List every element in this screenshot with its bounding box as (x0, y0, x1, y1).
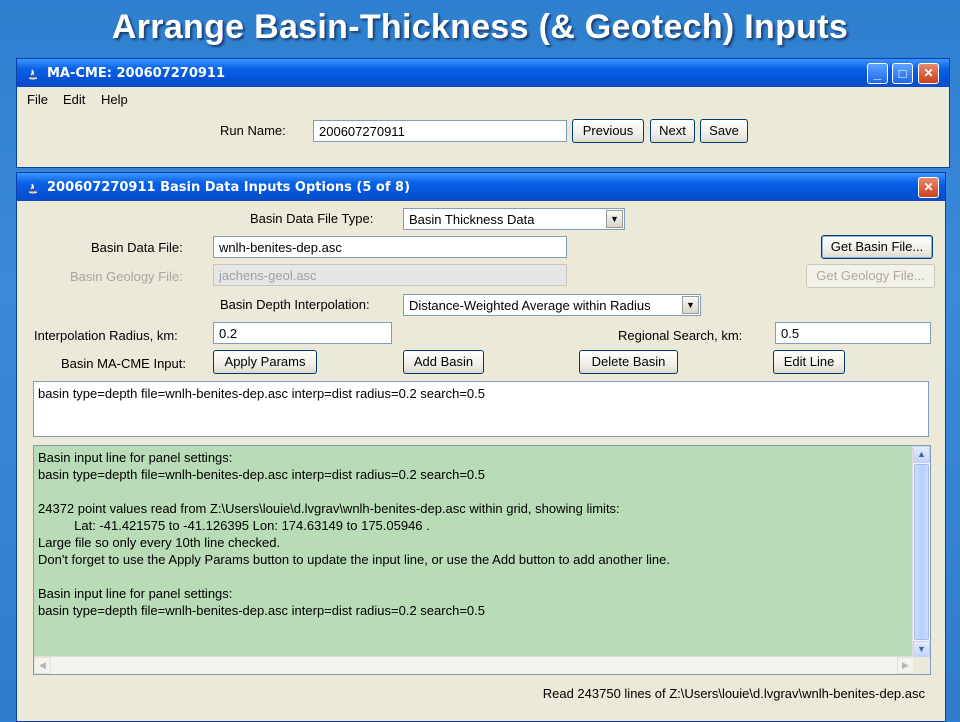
log-line: basin type=depth file=wnlh-benites-dep.a… (38, 467, 485, 482)
java-icon (28, 69, 38, 80)
chevron-down-icon[interactable]: ▼ (682, 296, 699, 314)
radius-input[interactable]: 0.2 (213, 322, 392, 344)
run-name-input[interactable]: 200607270911 (313, 120, 567, 142)
delete-basin-button[interactable]: Delete Basin (579, 350, 678, 374)
scroll-up-icon[interactable]: ▲ (913, 446, 930, 463)
menu-edit[interactable]: Edit (63, 92, 85, 107)
get-geology-file-button: Get Geology File... (806, 264, 935, 288)
radius-label: Interpolation Radius, km: (34, 328, 178, 343)
search-label: Regional Search, km: (618, 328, 743, 343)
run-row: Run Name: 200607270911 Previous Next Sav… (17, 111, 949, 161)
input-label: Basin MA-CME Input: (61, 356, 186, 371)
interp-label: Basin Depth Interpolation: (220, 297, 370, 312)
menu-help[interactable]: Help (101, 92, 128, 107)
log-line: 24372 point values read from Z:\Users\lo… (38, 501, 620, 516)
main-window: MA-CME: 200607270911 _ □ ✕ File Edit Hel… (16, 58, 950, 168)
scroll-right-icon[interactable]: ▶ (897, 657, 914, 674)
interp-value: Distance-Weighted Average within Radius (409, 298, 651, 313)
previous-button[interactable]: Previous (572, 119, 644, 143)
save-button[interactable]: Save (700, 119, 748, 143)
dialog-titlebar[interactable]: 200607270911 Basin Data Inputs Options (… (17, 173, 945, 201)
horizontal-scrollbar[interactable]: ◀ ▶ (34, 656, 914, 674)
log-line: Large file so only every 10th line check… (38, 535, 281, 550)
geology-file-label: Basin Geology File: (70, 269, 183, 284)
log-line: basin type=depth file=wnlh-benites-dep.a… (38, 603, 485, 618)
maximize-button[interactable]: □ (892, 63, 913, 84)
menu-bar: File Edit Help (17, 88, 949, 110)
interp-select[interactable]: Distance-Weighted Average within Radius … (403, 294, 701, 316)
menu-file[interactable]: File (27, 92, 48, 107)
close-button[interactable]: ✕ (918, 63, 939, 84)
slide-title: Arrange Basin-Thickness (& Geotech) Inpu… (111, 8, 849, 46)
data-file-label: Basin Data File: (91, 240, 183, 255)
data-file-input[interactable]: wnlh-benites-dep.asc (213, 236, 567, 258)
log-line: Don't forget to use the Apply Params but… (38, 552, 670, 567)
log-area[interactable]: Basin input line for panel settings: bas… (33, 445, 931, 675)
scroll-corner (913, 657, 930, 674)
scroll-thumb[interactable] (914, 464, 929, 640)
minimize-button[interactable]: _ (867, 63, 888, 84)
geology-file-input: jachens-geol.asc (213, 264, 567, 286)
file-type-select[interactable]: Basin Thickness Data ▼ (403, 208, 625, 230)
java-icon (28, 183, 38, 194)
chevron-down-icon[interactable]: ▼ (606, 210, 623, 228)
scroll-left-icon[interactable]: ◀ (34, 657, 51, 674)
next-button[interactable]: Next (650, 119, 695, 143)
edit-line-button[interactable]: Edit Line (773, 350, 845, 374)
apply-params-button[interactable]: Apply Params (213, 350, 317, 374)
dialog-title: 200607270911 Basin Data Inputs Options (… (47, 180, 411, 195)
log-line: Basin input line for panel settings: (38, 586, 233, 601)
file-type-value: Basin Thickness Data (409, 212, 535, 227)
dialog-close-button[interactable]: ✕ (918, 177, 939, 198)
get-basin-file-button[interactable]: Get Basin File... (821, 235, 933, 259)
input-line-textarea[interactable]: basin type=depth file=wnlh-benites-dep.a… (33, 381, 929, 437)
search-input[interactable]: 0.5 (775, 322, 931, 344)
log-line: Lat: -41.421575 to -41.126395 Lon: 174.6… (38, 518, 430, 533)
basin-dialog: 200607270911 Basin Data Inputs Options (… (16, 172, 946, 722)
status-text: Read 243750 lines of Z:\Users\louie\d.lv… (542, 686, 925, 701)
log-line: Basin input line for panel settings: (38, 450, 233, 465)
main-window-title: MA-CME: 200607270911 (47, 66, 226, 81)
file-type-label: Basin Data File Type: (250, 211, 374, 226)
input-line-text: basin type=depth file=wnlh-benites-dep.a… (38, 386, 485, 401)
run-name-label: Run Name: (220, 123, 286, 138)
scroll-down-icon[interactable]: ▼ (913, 641, 930, 658)
main-titlebar[interactable]: MA-CME: 200607270911 _ □ ✕ (17, 59, 949, 87)
vertical-scrollbar[interactable]: ▲ ▼ (912, 446, 930, 658)
add-basin-button[interactable]: Add Basin (403, 350, 484, 374)
